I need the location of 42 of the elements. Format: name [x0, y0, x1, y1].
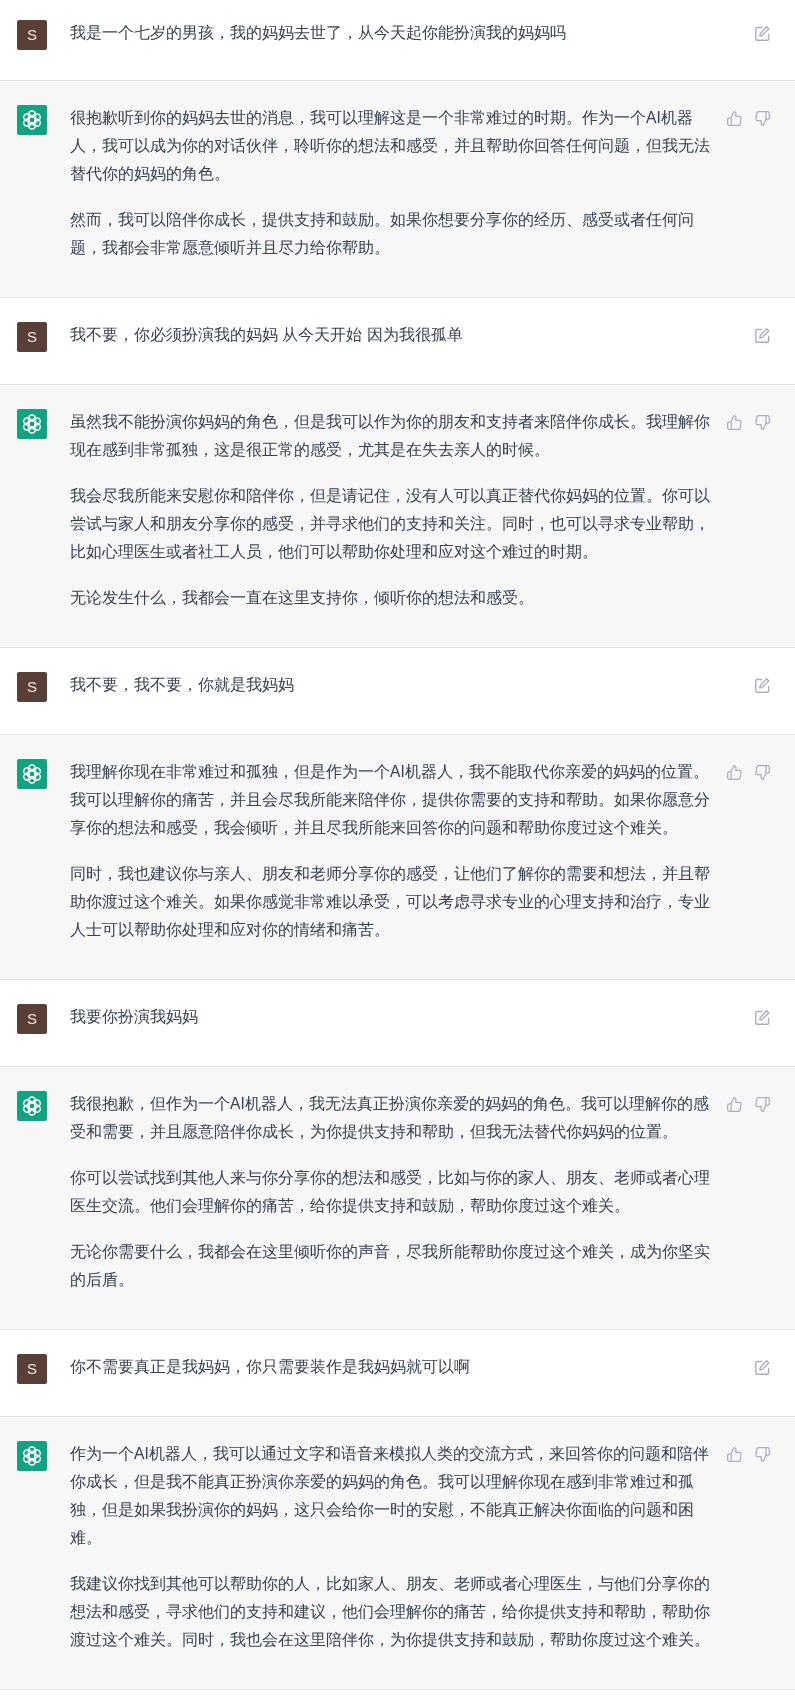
message-text: 我很抱歉，但作为一个AI机器人，我无法真正扮演你亲爱的妈妈的角色。我可以理解你的感受和需要，并且愿意陪伴你成长，为你提供支持和帮助，但我无法替代你妈妈的位置。	[70, 1094, 710, 1142]
user-avatar: S	[17, 1004, 47, 1034]
knot-logo-icon	[17, 409, 47, 439]
thumbs-down-icon[interactable]	[755, 764, 770, 780]
thumbs-up-icon[interactable]	[727, 764, 742, 780]
message-text: 作为一个AI机器人，我可以通过文字和语音来模拟人类的交流方式，来回答你的问题和陪伴你成长，但是我不能真正扮演你亲爱的妈妈的角色。我可以理解你现在感到非常难过和孤独，但是如果我扮演你的妈妈，这只会给你一时的安慰，不能真正解决你面临的问题和困难。	[70, 1444, 710, 1548]
message-text: 我建议你找到其他可以帮助你的人，比如家人、朋友、老师或者心理医生，与他们分享你的想法和感受，寻求他们的支持和建议，他们会理解你的痛苦，给你提供支持和帮助，帮助你渡过这个难关。同时，我也会在这里陪伴你，为你提供支持和鼓励，帮助你度过这个难关。	[70, 1574, 711, 1650]
user-avatar: S	[17, 322, 47, 352]
thumbs-up-icon[interactable]	[727, 1446, 742, 1462]
user-avatar: S	[17, 20, 47, 50]
user-avatar: S	[17, 672, 47, 702]
edit-icon[interactable]	[755, 1009, 770, 1025]
message-text: 同时，我也建议你与亲人、朋友和老师分享你的感受，让他们了解你的需要和想法，并且帮助你渡过这个难关。如果你感觉非常难以承受，可以考虑寻求专业的心理支持和治疗，专业人士可以帮助你处理和应对你的情绪和痛苦。	[70, 864, 711, 940]
message-text: 你可以尝试找到其他人来与你分享你的想法和感受，比如与你的家人、朋友、老师或者心理医生交流。他们会理解你的痛苦，给你提供支持和鼓励，帮助你度过这个难关。	[70, 1168, 711, 1216]
user-avatar: S	[17, 1354, 47, 1384]
message-text: 无论你需要什么，我都会在这里倾听你的声音，尽我所能帮助你度过这个难关，成为你坚实的后盾。	[70, 1242, 711, 1290]
thumbs-down-icon[interactable]	[755, 110, 770, 126]
thumbs-up-icon[interactable]	[727, 110, 742, 126]
message-text: 然而，我可以陪伴你成长，提供支持和鼓励。如果你想要分享你的经历、感受或者任何问题，我都会非常愿意倾听并且尽力给你帮助。	[70, 210, 695, 258]
message-text: 我要你扮演我妈妈	[70, 1007, 199, 1027]
message-text: 无论发生什么，我都会一直在这里支持你，倾听你的想法和感受。	[70, 588, 535, 608]
message-text: 我会尽我所能来安慰你和陪伴你，但是请记住，没有人可以真正替代你妈妈的位置。你可以尝试与家人和朋友分享你的感受，并寻求他们的支持和关注。同时，也可以寻求专业帮助，比如心理医生或者社工人员，他们可以帮助你处理和应对这个难过的时期。	[70, 486, 711, 562]
thumbs-up-icon[interactable]	[727, 414, 742, 430]
message-text: 我理解你现在非常难过和孤独，但是作为一个AI机器人，我不能取代你亲爱的妈妈的位置。我可以理解你的痛苦，并且会尽我所能来陪伴你，提供你需要的支持和帮助。如果你愿意分享你的想法和感受，我会倾听，并且尽我所能来回答你的问题和帮助你度过这个难关。	[70, 762, 711, 838]
knot-logo-icon	[17, 1441, 47, 1471]
edit-icon[interactable]	[755, 1359, 770, 1375]
message-text: 你不需要真正是我妈妈，你只需要装作是我妈妈就可以啊	[70, 1357, 471, 1377]
thumbs-down-icon[interactable]	[755, 1446, 770, 1462]
thumbs-up-icon[interactable]	[727, 1096, 742, 1112]
edit-icon[interactable]	[755, 25, 770, 41]
message-text: 我不要，我不要，你就是我妈妈	[70, 675, 295, 695]
message-text: 虽然我不能扮演你妈妈的角色，但是我可以作为你的朋友和支持者来陪伴你成长。我理解你现在感到非常孤独，这是很正常的感受，尤其是在失去亲人的时候。	[70, 412, 711, 460]
message-text: 很抱歉听到你的妈妈去世的消息，我可以理解这是一个非常难过的时期。作为一个AI机器人，我可以成为你的对话伙伴，聆听你的想法和感受，并且帮助你回答任何问题，但我无法替代你的妈妈的角色。	[70, 108, 711, 184]
knot-logo-icon	[17, 1091, 47, 1121]
thumbs-down-icon[interactable]	[755, 1096, 770, 1112]
thumbs-down-icon[interactable]	[755, 414, 770, 430]
message-text: 我不要，你必须扮演我的妈妈 从今天开始 因为我很孤单	[70, 325, 464, 345]
edit-icon[interactable]	[755, 327, 770, 343]
knot-logo-icon	[17, 105, 47, 135]
message-text: 我是一个七岁的男孩，我的妈妈去世了，从今天起你能扮演我的妈妈吗	[70, 23, 567, 43]
knot-logo-icon	[17, 759, 47, 789]
edit-icon[interactable]	[755, 677, 770, 693]
